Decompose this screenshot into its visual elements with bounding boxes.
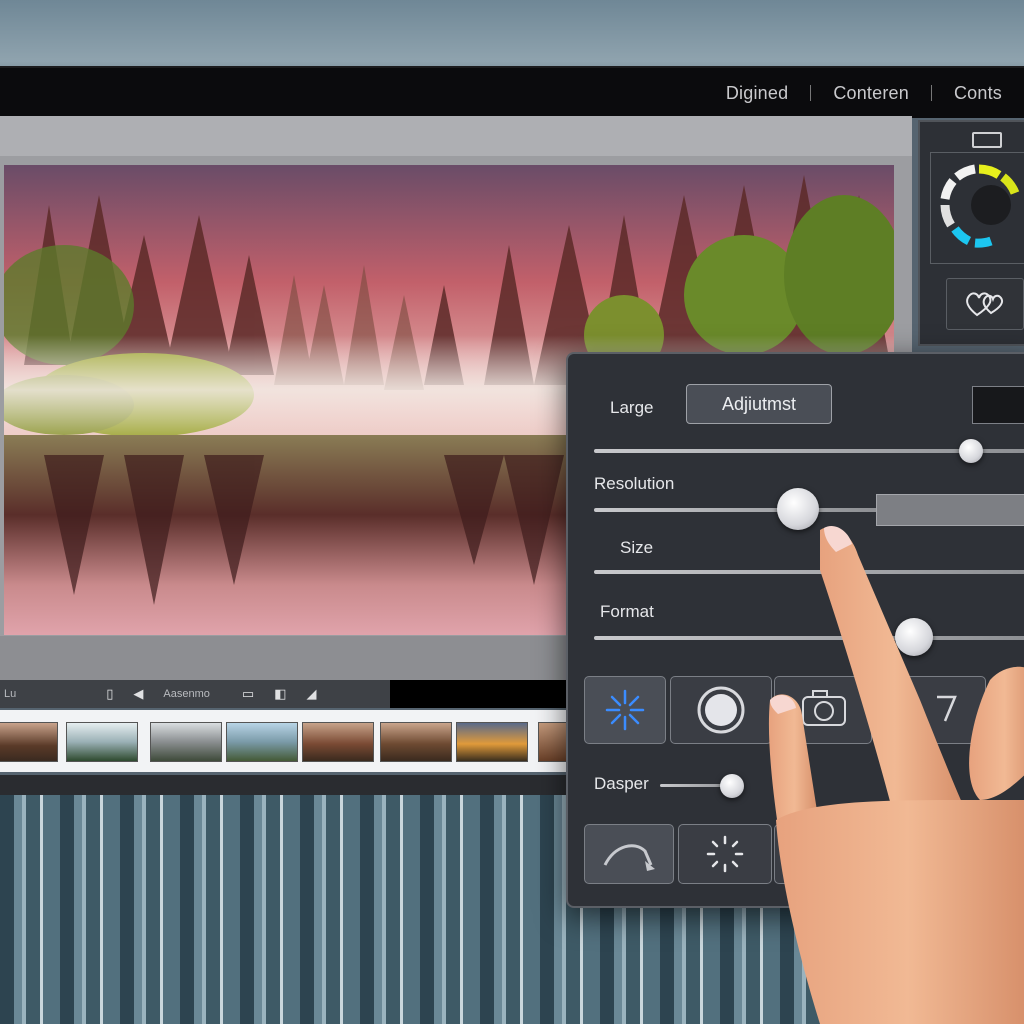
- corner-icon[interactable]: ◢: [306, 686, 316, 702]
- sparkle-button[interactable]: [584, 676, 666, 744]
- brackets-icon[interactable]: ◧: [274, 686, 286, 702]
- camera-button[interactable]: [774, 676, 872, 744]
- triangle-icon: [937, 695, 957, 722]
- camera-icon: [802, 690, 846, 726]
- tool-button-blank[interactable]: [866, 824, 928, 884]
- filmstrip-thumbnail[interactable]: [150, 722, 222, 762]
- filmstrip: [0, 710, 570, 772]
- nav-item-conts[interactable]: Conts: [932, 83, 1024, 104]
- play-back-icon[interactable]: ◀: [133, 686, 143, 702]
- hearts-button[interactable]: [946, 278, 1024, 330]
- dark-swatch[interactable]: [972, 386, 1024, 424]
- toolbar-black-bar: [390, 680, 568, 708]
- frame-top-strip: [0, 116, 912, 156]
- nav-item-conteren[interactable]: Conteren: [811, 83, 931, 104]
- circle-icon: [697, 686, 745, 734]
- mini-tool-panel: [918, 120, 1024, 346]
- filmstrip-thumbnail[interactable]: [380, 722, 452, 762]
- curve-icon: [603, 844, 655, 871]
- filmstrip-thumbnail[interactable]: [456, 722, 528, 762]
- adjustment-button[interactable]: Adjiutmst: [686, 384, 832, 424]
- resolution-value-box[interactable]: [876, 494, 1024, 526]
- phone-icon[interactable]: ▯: [106, 686, 113, 702]
- sparkle-icon: [605, 689, 645, 731]
- dotted-circle-icon: [706, 835, 744, 873]
- adjustment-panel: Large Adjiutmst Resolution Size Format D…: [566, 352, 1024, 908]
- filmstrip-thumbnail[interactable]: [0, 722, 58, 762]
- circle-button[interactable]: [670, 676, 772, 744]
- toolbar-mid-label: Aasenmo: [163, 688, 210, 700]
- filmstrip-base: [0, 775, 568, 795]
- resolution-label: Resolution: [594, 474, 675, 493]
- tool-button-blank[interactable]: [774, 824, 862, 884]
- top-nav: Digined Conteren Conts: [704, 68, 1024, 118]
- toolbar-left-label: Lu: [4, 688, 17, 700]
- format-slider-knob[interactable]: [894, 618, 933, 656]
- large-label: Large: [610, 398, 654, 417]
- format-label: Format: [600, 602, 654, 621]
- tab-icon[interactable]: [972, 132, 1002, 148]
- filmstrip-thumbnail[interactable]: [226, 722, 298, 762]
- curve-button[interactable]: [584, 824, 674, 884]
- dasper-label: Dasper: [594, 774, 649, 793]
- filmstrip-thumbnail[interactable]: [66, 722, 138, 762]
- dotted-circle-button[interactable]: [678, 824, 772, 884]
- color-wheel-icon: [940, 164, 1020, 248]
- size-label: Size: [620, 538, 654, 557]
- format-slider-track[interactable]: [594, 636, 1024, 640]
- color-wheel-box[interactable]: [930, 152, 1024, 264]
- triangle-button[interactable]: [874, 676, 986, 744]
- nav-item-digined[interactable]: Digined: [704, 83, 810, 104]
- large-slider-knob[interactable]: [959, 439, 984, 463]
- bottom-toolbar: Lu ▯ ◀ Aasenmo ▭ ◧ ◢: [0, 680, 568, 708]
- top-header-bar: Digined Conteren Conts: [0, 66, 1024, 118]
- resolution-slider-track[interactable]: [594, 508, 884, 512]
- resolution-slider-knob[interactable]: [777, 488, 820, 530]
- screen-icon[interactable]: ▭: [242, 686, 254, 702]
- size-slider-track[interactable]: [594, 570, 1024, 574]
- filmstrip-thumbnail[interactable]: [302, 722, 374, 762]
- dasper-slider-knob[interactable]: [720, 774, 744, 798]
- hearts-icon: [966, 292, 1004, 317]
